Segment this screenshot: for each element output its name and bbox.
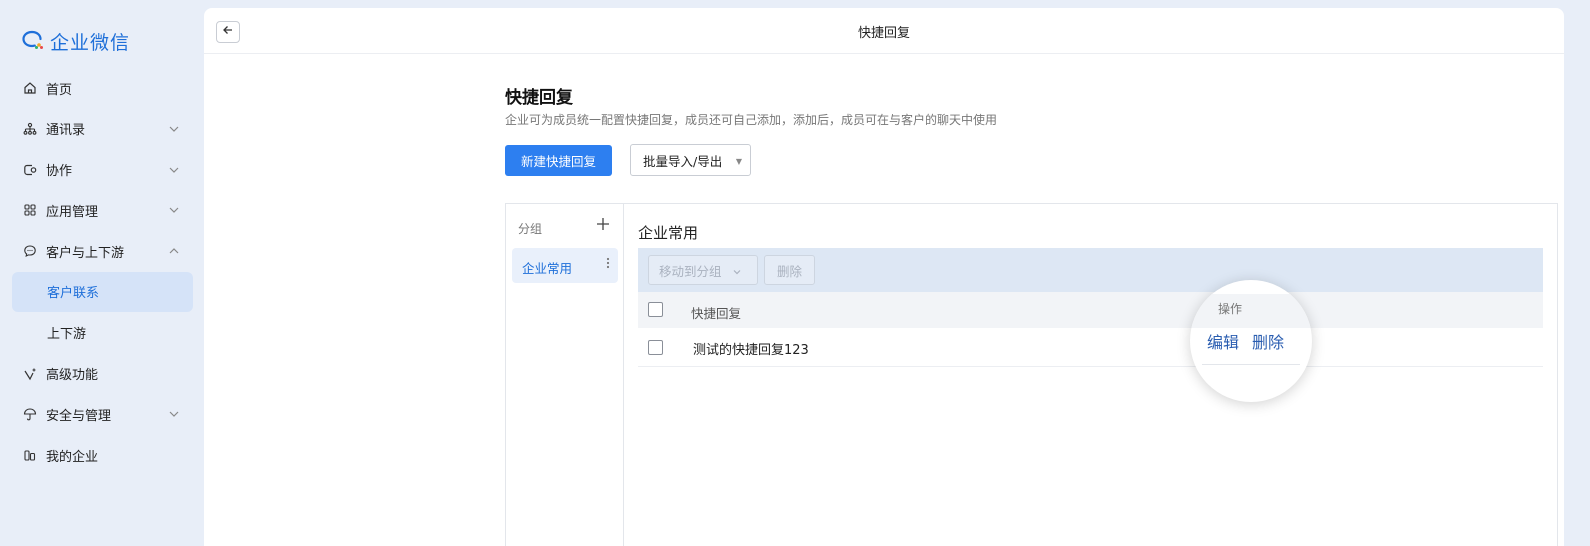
move-to-group-label: 移动到分组 xyxy=(659,263,722,279)
page-title: 快捷回复 xyxy=(505,88,573,108)
delete-link[interactable]: 删除 xyxy=(1252,329,1284,353)
sidebar-item-upstream-downstream[interactable]: 上下游 xyxy=(12,313,193,353)
sidebar-item-label: 客户联系 xyxy=(47,286,100,302)
caret-down-icon: ▼ xyxy=(735,157,742,166)
group-item-label: 企业常用 xyxy=(522,261,573,276)
chevron-down-icon xyxy=(167,407,181,421)
new-quick-reply-button[interactable]: 新建快捷回复 xyxy=(505,145,612,176)
quick-reply-panel: 分组 企业常用 企业常用 移动到分组 删除 快捷回复 测试的快捷回复123 xyxy=(505,203,1558,546)
chevron-down-icon xyxy=(167,122,181,136)
sidebar-item-customers[interactable]: 客户与上下游 xyxy=(12,231,193,271)
org-tree-icon xyxy=(22,121,38,137)
column-header-actions: 操作 xyxy=(1218,302,1243,316)
quick-reply-text: 测试的快捷回复123 xyxy=(693,343,809,358)
collab-icon xyxy=(22,162,38,178)
group-list: 分组 企业常用 xyxy=(506,204,624,546)
apps-grid-icon xyxy=(22,202,38,218)
more-vertical-icon[interactable] xyxy=(606,256,610,274)
add-group-button[interactable] xyxy=(596,215,612,231)
app-logo[interactable]: 企业微信 xyxy=(22,28,130,55)
sidebar-item-label: 客户与上下游 xyxy=(46,245,125,261)
row-divider xyxy=(1202,364,1300,365)
table-header: 快捷回复 xyxy=(638,292,1543,328)
batch-delete-button[interactable]: 删除 xyxy=(764,255,815,285)
batch-toolbar: 移动到分组 删除 xyxy=(638,248,1543,292)
home-icon xyxy=(22,80,38,96)
sidebar-item-label: 我的企业 xyxy=(46,449,99,465)
sidebar-item-advanced[interactable]: 高级功能 xyxy=(12,354,193,394)
sidebar-item-my-enterprise[interactable]: 我的企业 xyxy=(12,435,193,475)
chevron-down-icon xyxy=(732,265,742,275)
sidebar-nav: 首页 通讯录 协作 应用管理 客户与上下游 客户联系 上下游 高级功能 安全与管… xyxy=(12,68,193,476)
sidebar-item-label: 应用管理 xyxy=(46,204,99,220)
edit-link[interactable]: 编辑 xyxy=(1207,329,1239,353)
building-icon xyxy=(22,447,38,463)
wecom-logo-icon xyxy=(22,30,44,54)
group-content: 企业常用 移动到分组 删除 快捷回复 测试的快捷回复123 xyxy=(624,204,1559,546)
sidebar-item-label: 上下游 xyxy=(47,327,87,343)
move-to-group-button[interactable]: 移动到分组 xyxy=(648,255,758,285)
sidebar-item-label: 高级功能 xyxy=(46,368,99,384)
select-all-checkbox[interactable] xyxy=(648,302,663,317)
sidebar-item-label: 通讯录 xyxy=(46,123,86,139)
import-export-dropdown[interactable]: 批量导入/导出 ▼ xyxy=(630,144,751,176)
umbrella-icon xyxy=(22,406,38,422)
sidebar-item-home[interactable]: 首页 xyxy=(12,68,193,108)
topbar: 快捷回复 xyxy=(204,8,1564,54)
sparkle-icon xyxy=(22,366,38,382)
chevron-down-icon xyxy=(167,163,181,177)
group-title: 企业常用 xyxy=(638,224,699,242)
sidebar-item-customer-contact[interactable]: 客户联系 xyxy=(12,271,193,312)
app-name: 企业微信 xyxy=(50,32,131,54)
group-item[interactable]: 企业常用 xyxy=(512,248,618,283)
table-row: 测试的快捷回复123 xyxy=(638,328,1543,367)
chevron-down-icon xyxy=(167,203,181,217)
sidebar-item-label: 安全与管理 xyxy=(46,408,112,424)
plus-icon xyxy=(596,215,610,236)
zoom-callout: 操作 编辑 删除 xyxy=(1190,280,1312,402)
sidebar-item-contacts[interactable]: 通讯录 xyxy=(12,109,193,149)
main-panel: 快捷回复 快捷回复 企业可为成员统一配置快捷回复，成员还可自己添加，添加后，成员… xyxy=(204,8,1564,546)
sidebar-item-label: 协作 xyxy=(46,164,73,180)
sidebar-item-apps[interactable]: 应用管理 xyxy=(12,190,193,230)
chat-bubble-icon xyxy=(22,243,38,259)
sidebar-item-security[interactable]: 安全与管理 xyxy=(12,394,193,434)
column-header-quick-reply: 快捷回复 xyxy=(691,306,742,321)
topbar-title: 快捷回复 xyxy=(857,26,910,41)
page-description: 企业可为成员统一配置快捷回复，成员还可自己添加，添加后，成员可在与客户的聊天中使… xyxy=(505,113,998,127)
chevron-up-icon xyxy=(167,244,181,258)
row-checkbox[interactable] xyxy=(648,340,663,355)
zoom-callout-header-band: 操作 xyxy=(1190,294,1312,328)
sidebar: 企业微信 首页 通讯录 协作 应用管理 客户与上下游 客户联系 上下游 高级功能… xyxy=(0,0,204,546)
sidebar-item-collab[interactable]: 协作 xyxy=(12,150,193,190)
import-export-label: 批量导入/导出 xyxy=(643,153,723,169)
group-list-header: 分组 xyxy=(518,222,543,236)
sidebar-item-label: 首页 xyxy=(46,82,73,98)
